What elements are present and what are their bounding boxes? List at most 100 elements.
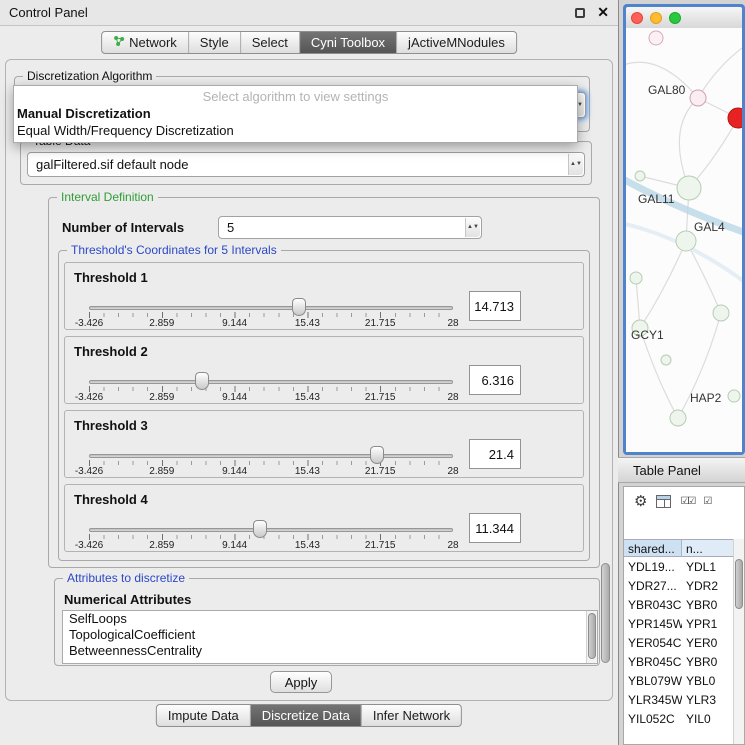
table-data-select[interactable]: galFiltered.sif default node ▲▼ [27, 152, 585, 177]
threshold-4-value[interactable]: 11.344 [469, 513, 521, 543]
slider-thumb[interactable] [253, 520, 267, 538]
table-cell: YPR145W [624, 617, 682, 631]
threshold-1-panel: Threshold 1 -3.426 2.859 9.144 15.43 21.… [64, 262, 584, 330]
node-label-gal80: GAL80 [648, 83, 685, 97]
dropdown-item-equal-width-frequency[interactable]: Equal Width/Frequency Discretization [14, 122, 577, 142]
tab-discretize-data[interactable]: Discretize Data [251, 705, 362, 726]
network-window: GAL80 GAL11 GAL4 GCY1 HAP2 [623, 4, 745, 455]
control-panel: Control Panel ✕ Network Style Select Cyn… [0, 0, 618, 745]
tab-style[interactable]: Style [189, 32, 241, 53]
threshold-2-slider[interactable]: -3.426 2.859 9.144 15.43 21.715 28 [89, 371, 453, 403]
slider-track[interactable] [89, 528, 453, 532]
num-intervals-label: Number of Intervals [62, 220, 184, 235]
table-cell: YBL0 [682, 674, 733, 688]
table-row[interactable]: YDR27...YDR2 [624, 576, 733, 595]
window-minimize-button[interactable] [650, 12, 662, 24]
list-scrollbar[interactable] [586, 611, 597, 663]
table-row[interactable]: YIL052CYIL0 [624, 709, 733, 728]
close-icon[interactable]: ✕ [597, 4, 609, 21]
columns-icon[interactable] [656, 495, 671, 508]
threshold-2-label: Threshold 2 [74, 344, 148, 359]
table-row[interactable]: YBL079WYBL0 [624, 671, 733, 690]
list-item[interactable]: BetweennessCentrality [63, 643, 597, 659]
threshold-3-slider[interactable]: -3.426 2.859 9.144 15.43 21.715 28 [89, 445, 453, 477]
table-panel-title: Table Panel [633, 463, 701, 478]
dropdown-item-manual-discretization[interactable]: Manual Discretization [14, 105, 577, 122]
tick-labels: -3.426 2.859 9.144 15.43 21.715 28 [89, 466, 453, 477]
threshold-2-value[interactable]: 6.316 [469, 365, 521, 395]
table-cell: YIL0 [682, 712, 733, 726]
num-intervals-select[interactable]: 5 ▲▼ [218, 216, 482, 239]
node-label-gcy1: GCY1 [631, 328, 664, 342]
tab-infer-network[interactable]: Infer Network [362, 705, 461, 726]
window-close-button[interactable] [631, 12, 643, 24]
bottom-tab-bar: Impute Data Discretize Data Infer Networ… [156, 704, 462, 727]
threshold-3-panel: Threshold 3 -3.426 2.859 9.144 15.43 21.… [64, 410, 584, 478]
list-item[interactable]: SelfLoops [63, 611, 597, 627]
slider-track[interactable] [89, 380, 453, 384]
titlebar: Control Panel ✕ [0, 0, 618, 26]
column-header-name[interactable]: n... [682, 540, 733, 556]
network-canvas[interactable]: GAL80 GAL11 GAL4 GCY1 HAP2 [626, 28, 742, 452]
float-icon[interactable] [575, 8, 585, 18]
apply-button[interactable]: Apply [270, 671, 332, 693]
num-intervals-value: 5 [227, 220, 234, 235]
select-all-checkboxes-icon[interactable]: ☑☑ [680, 496, 694, 507]
list-scrollbar-thumb[interactable] [588, 613, 596, 659]
threshold-3-value[interactable]: 21.4 [469, 439, 521, 469]
slider-track[interactable] [89, 454, 453, 458]
table-row[interactable]: YPR145WYPR1 [624, 614, 733, 633]
tab-jactivemnodules[interactable]: jActiveMNodules [397, 32, 516, 53]
tab-select[interactable]: Select [241, 32, 300, 53]
table-cell: YDR2 [682, 579, 733, 593]
table-row[interactable]: YBR043CYBR0 [624, 595, 733, 614]
threshold-1-value[interactable]: 14.713 [469, 291, 521, 321]
slider-thumb[interactable] [195, 372, 209, 390]
tab-network[interactable]: Network [102, 32, 189, 53]
tab-cyni-toolbox[interactable]: Cyni Toolbox [300, 32, 397, 53]
table-cell: YBR0 [682, 655, 733, 669]
table-row[interactable]: YER054CYER0 [624, 633, 733, 652]
threshold-4-slider[interactable]: -3.426 2.859 9.144 15.43 21.715 28 [89, 519, 453, 551]
table-cell: YBR0 [682, 598, 733, 612]
node-label-gal4: GAL4 [694, 220, 725, 234]
table-cell: YBR045C [624, 655, 682, 669]
threshold-2-panel: Threshold 2 -3.426 2.859 9.144 15.43 21.… [64, 336, 584, 404]
table-row[interactable]: YBR045CYBR0 [624, 652, 733, 671]
threshold-4-label: Threshold 4 [74, 492, 148, 507]
table-cell: YDL19... [624, 560, 682, 574]
table-row[interactable]: YLR345WYLR3 [624, 690, 733, 709]
network-window-titlebar [626, 7, 742, 28]
table-cell: YDR27... [624, 579, 682, 593]
threshold-1-slider[interactable]: -3.426 2.859 9.144 15.43 21.715 28 [89, 297, 453, 329]
list-item[interactable]: TopologicalCoefficient [63, 627, 597, 643]
table-data-value: galFiltered.sif default node [36, 157, 188, 172]
tick-labels: -3.426 2.859 9.144 15.43 21.715 28 [89, 392, 453, 403]
tick-labels: -3.426 2.859 9.144 15.43 21.715 28 [89, 318, 453, 329]
column-header-shared[interactable]: shared... [624, 540, 682, 556]
gear-icon[interactable]: ⚙ [634, 494, 647, 509]
attributes-group-title: Attributes to discretize [63, 571, 189, 585]
select-checkbox-icon[interactable]: ☑ [703, 496, 710, 507]
stepper-icon: ▲▼ [465, 218, 480, 237]
table-scrollbar-thumb[interactable] [735, 559, 743, 609]
tab-impute-data[interactable]: Impute Data [157, 705, 251, 726]
table-cell: YDL1 [682, 560, 733, 574]
slider-thumb[interactable] [370, 446, 384, 464]
numerical-attributes-list: SelfLoops TopologicalCoefficient Between… [62, 610, 598, 664]
node-label-gal11: GAL11 [638, 192, 674, 206]
table-scrollbar[interactable] [733, 539, 744, 744]
tick-labels: -3.426 2.859 9.144 15.43 21.715 28 [89, 540, 453, 551]
panel-scrollbar-thumb[interactable] [601, 563, 610, 663]
table-row[interactable]: YDL19...YDL1 [624, 557, 733, 576]
slider-thumb[interactable] [292, 298, 306, 316]
stepper-icon: ▲▼ [568, 154, 583, 175]
table-panel-header: Table Panel [618, 457, 745, 483]
algorithm-dropdown: Select algorithm to view settings Manual… [13, 85, 578, 143]
table-cell: YLR3 [682, 693, 733, 707]
window-zoom-button[interactable] [669, 12, 681, 24]
slider-track[interactable] [89, 306, 453, 310]
table-cell: YIL052C [624, 712, 682, 726]
discretization-algorithm-title: Discretization Algorithm [23, 69, 156, 83]
threshold-1-label: Threshold 1 [74, 270, 148, 285]
